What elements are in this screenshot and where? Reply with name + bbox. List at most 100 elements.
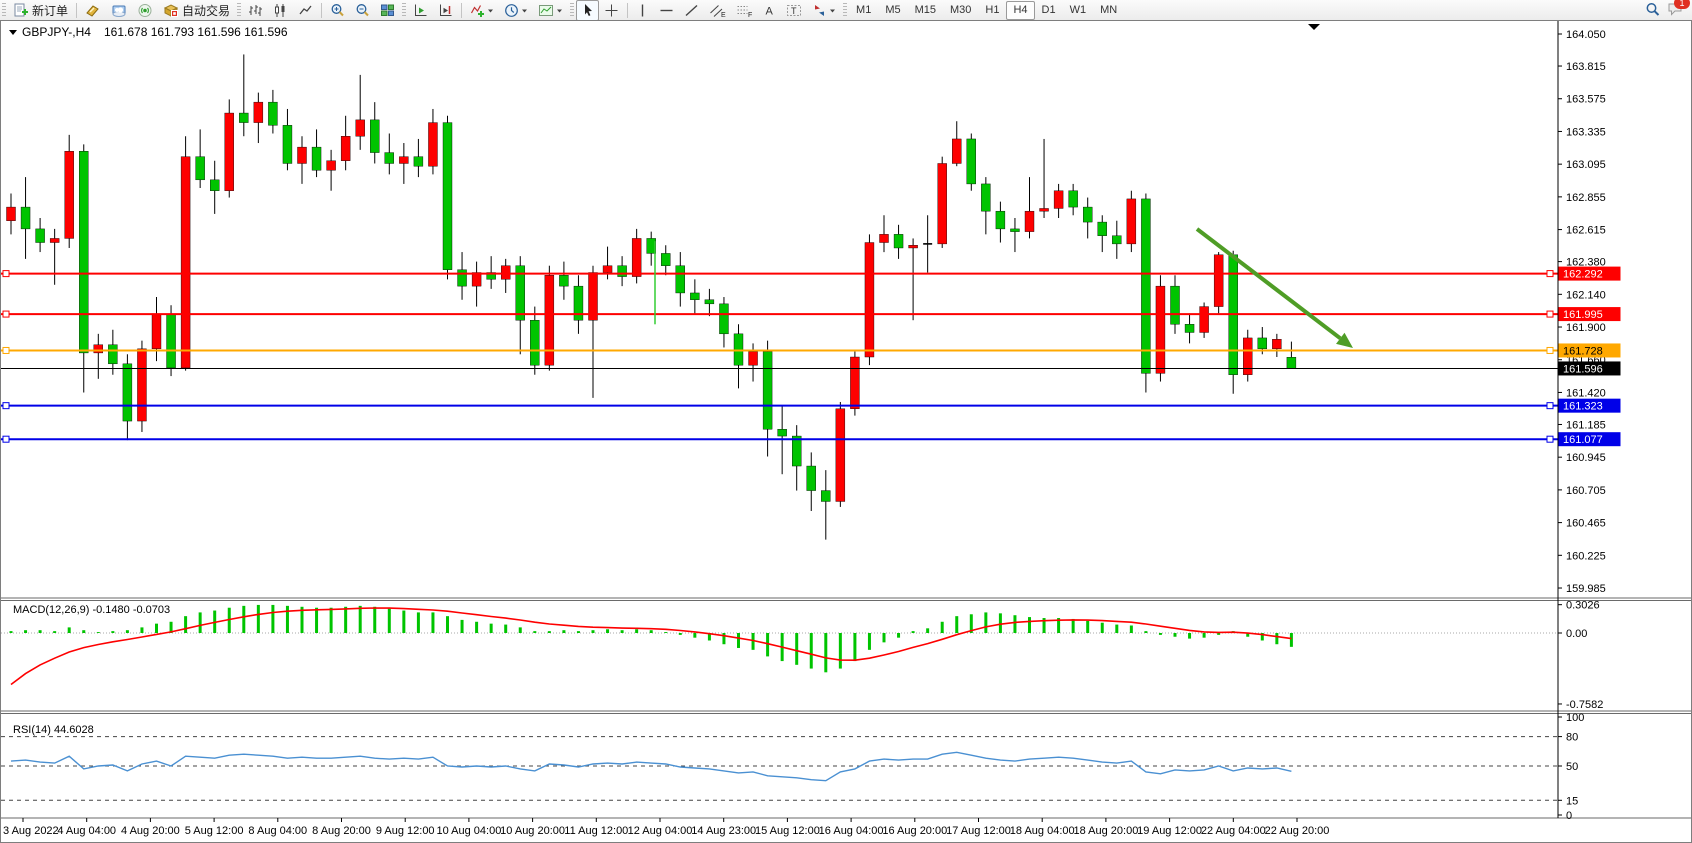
timeframe-button-d1[interactable]: D1	[1035, 1, 1063, 20]
vertical-line-tool-button[interactable]	[631, 0, 654, 21]
rsi-axis-tick: 100	[1566, 712, 1584, 724]
autotrading-button[interactable]: 自动交易	[158, 0, 235, 21]
line-handle[interactable]	[3, 403, 9, 409]
line-chart-button[interactable]	[293, 0, 318, 21]
timeframe-button-w1[interactable]: W1	[1063, 1, 1094, 20]
time-axis-label: 22 Aug 04:00	[1201, 825, 1266, 837]
price-axis-tick: 161.185	[1566, 419, 1606, 431]
annotations-layer[interactable]	[655, 229, 1353, 348]
toolbar-drag-handle[interactable]	[570, 3, 574, 17]
time-axis-label: 19 Aug 12:00	[1137, 825, 1202, 837]
symbol-dropdown-icon[interactable]	[9, 30, 17, 35]
text-label-tool-button[interactable]: T	[781, 0, 807, 21]
arrows-tool-button[interactable]	[807, 0, 841, 21]
rsi-axis-tick: 80	[1566, 732, 1578, 744]
time-axis-label: 5 Aug 12:00	[185, 825, 244, 837]
trendline-tool-button[interactable]	[679, 0, 704, 21]
macd-signal-line	[11, 608, 1291, 685]
history-center-button[interactable]	[80, 0, 106, 21]
time-axis-label: 18 Aug 20:00	[1073, 825, 1138, 837]
line-handle[interactable]	[1547, 311, 1553, 317]
line-handle[interactable]	[1547, 436, 1553, 442]
crosshair-tool-button[interactable]	[599, 0, 624, 21]
tile-windows-button[interactable]	[375, 0, 400, 21]
cursor-tool-button[interactable]	[576, 0, 599, 21]
chart-shift-icon	[438, 3, 453, 18]
signals-button[interactable]	[132, 0, 158, 21]
periods-button[interactable]	[499, 0, 533, 21]
time-axis-label: 16 Aug 04:00	[819, 825, 884, 837]
axes-layer[interactable]: 164.050163.815163.575163.335163.095162.8…	[3, 21, 1621, 837]
chart-shift-button[interactable]	[433, 0, 458, 21]
line-handle[interactable]	[3, 347, 9, 353]
text-icon: A	[763, 3, 776, 18]
time-axis-label: 9 Aug 12:00	[376, 825, 435, 837]
timeframe-button-mn[interactable]: MN	[1093, 1, 1124, 20]
community-button[interactable]	[106, 0, 132, 21]
timeframe-button-h4[interactable]: H4	[1006, 1, 1034, 20]
svg-text:T: T	[791, 6, 797, 16]
timeframe-button-m5[interactable]: M5	[878, 1, 907, 20]
toolbar-separator	[321, 3, 322, 18]
price-axis-tick: 162.615	[1566, 225, 1606, 237]
new-order-button[interactable]: 新订单	[8, 0, 73, 21]
candles-layer	[7, 54, 1296, 539]
horizontal-lines-layer[interactable]	[1, 271, 1558, 443]
line-handle[interactable]	[1547, 403, 1553, 409]
line-handle[interactable]	[1547, 347, 1553, 353]
templates-button[interactable]	[533, 0, 568, 21]
timeframe-button-h1[interactable]: H1	[978, 1, 1006, 20]
rsi-axis-tick: 0	[1566, 810, 1572, 822]
zoom-out-button[interactable]	[350, 0, 375, 21]
timeframe-button-m30[interactable]: M30	[943, 1, 978, 20]
zoom-in-button[interactable]	[325, 0, 350, 21]
notifications-button[interactable]: 1	[1667, 1, 1684, 19]
line-handle[interactable]	[1547, 271, 1553, 277]
time-axis-label: 16 Aug 20:00	[882, 825, 947, 837]
line-handle[interactable]	[3, 271, 9, 277]
toolbar-drag-handle[interactable]	[237, 3, 241, 17]
price-axis-tick: 160.705	[1566, 485, 1606, 497]
tile-windows-icon	[380, 3, 395, 18]
text-tool-button[interactable]: A	[758, 0, 781, 21]
price-axis-tick: 163.815	[1566, 61, 1606, 73]
chevron-down-icon	[556, 3, 563, 18]
price-chart[interactable]: 164.050163.815163.575163.335163.095162.8…	[1, 21, 1691, 842]
toolbar-drag-handle[interactable]	[2, 3, 6, 17]
equidistant-channel-tool-button[interactable]: E	[704, 0, 731, 21]
chevron-down-icon	[521, 3, 528, 18]
timeframe-button-m1[interactable]: M1	[849, 1, 878, 20]
indicator-panes	[1, 598, 1691, 818]
rsi-axis-tick: 15	[1566, 795, 1578, 807]
macd-axis-tick: 0.00	[1566, 628, 1587, 640]
macd-axis-tick: 0.3026	[1566, 600, 1600, 612]
svg-text:161.596: 161.596	[1563, 363, 1603, 375]
channel-icon: E	[709, 3, 726, 18]
toolbar-drag-handle[interactable]	[843, 3, 847, 17]
chart-window: 164.050163.815163.575163.335163.095162.8…	[0, 20, 1692, 843]
timeframe-button-m15[interactable]: M15	[908, 1, 943, 20]
chart-shift-marker-icon[interactable]	[1308, 24, 1320, 30]
svg-text:162.292: 162.292	[1563, 269, 1603, 281]
price-axis-tick: 161.420	[1566, 387, 1606, 399]
symbol-title: GBPJPY-,H4	[22, 25, 91, 39]
time-axis-label: 18 Aug 04:00	[1010, 825, 1075, 837]
fibonacci-tool-button[interactable]: F	[731, 0, 758, 21]
text-label-icon: T	[786, 3, 802, 18]
horizontal-line-tool-button[interactable]	[654, 0, 679, 21]
search-icon[interactable]	[1645, 2, 1661, 18]
indicators-button[interactable]	[465, 0, 499, 21]
toolbar-drag-handle[interactable]	[402, 3, 406, 17]
line-handle[interactable]	[3, 436, 9, 442]
fibonacci-icon: F	[736, 3, 753, 18]
auto-scroll-button[interactable]	[408, 0, 433, 21]
bar-chart-icon	[248, 3, 263, 18]
time-axis-label: 22 Aug 20:00	[1265, 825, 1330, 837]
time-axis-label: 3 Aug 2022	[3, 825, 59, 837]
candlestick-chart-button[interactable]	[268, 0, 293, 21]
line-handle[interactable]	[3, 311, 9, 317]
bar-chart-button[interactable]	[243, 0, 268, 21]
autotrading-icon	[163, 3, 179, 18]
price-axis-tick: 164.050	[1566, 29, 1606, 41]
time-axis-label: 4 Aug 20:00	[121, 825, 180, 837]
